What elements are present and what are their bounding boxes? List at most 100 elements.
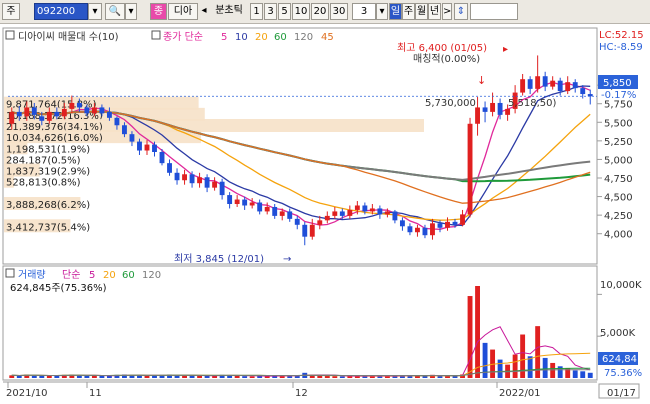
volume-bar [91,375,97,378]
candle-body [430,223,435,236]
period-year[interactable]: 년 [428,3,441,20]
candle-body [339,211,345,216]
interval-20[interactable]: 20 [311,3,329,20]
ma-period-20: 20 [255,32,268,43]
volume-bar [189,375,195,378]
ma-period-60: 60 [274,32,287,43]
volume-right-pct: 75.36% [604,368,642,379]
volume-bar [467,296,473,378]
candle-body [317,220,323,225]
interval-3[interactable]: 3 [264,3,277,20]
candle-body [31,107,37,115]
candle-body [347,209,353,216]
ma-period-45: 45 [321,32,334,43]
chart-type-select[interactable]: 주 [2,3,20,20]
up-down-arrows-icon[interactable]: ⇕ [454,3,468,20]
candle-body [324,215,330,221]
volume-bar [475,286,480,378]
candle-body [460,214,465,225]
candle-body [9,111,15,124]
hc-readout: HC:-8.59 [599,42,643,53]
volume-bar [16,375,22,378]
volume-ma-20: 20 [103,270,116,281]
candle-body [302,224,308,237]
prev-arrow-icon[interactable]: ◂ [199,3,209,20]
volume-bar [54,375,60,378]
volume-right-value: 624,84 [602,354,637,365]
candle-body [174,172,180,181]
candle-body [114,117,120,126]
interval-10[interactable]: 10 [292,3,310,20]
count-input[interactable]: 3 [352,3,376,20]
candle-body [332,211,338,216]
candle-body [242,199,248,206]
profile-fragment-2: 5,518,50) [508,98,557,109]
stock-chart[interactable]: 9,871,764(15.8%)10,188,572(16.3%)21,389,… [0,24,650,404]
volume-bar [512,354,518,378]
code-dropdown-icon[interactable]: ▾ [88,3,102,20]
candle-body [249,202,255,206]
x-label-2021-10: 2021/10 [6,388,48,399]
stock-code-input[interactable]: 092200 [34,3,88,20]
candle-body [122,125,127,135]
candle-body [137,141,142,151]
down-arrow-icon: ↓ [477,74,486,87]
volume-bar [542,357,548,378]
minute-tick-button[interactable]: 분초틱 [209,3,249,20]
candle-body [76,102,82,108]
color-button[interactable]: 종 [150,3,167,20]
candle-body [144,144,150,151]
lc-readout: LC:52.15 [599,30,644,41]
candle-body [257,202,263,212]
volume-bar [234,375,240,378]
candle-body [264,206,270,212]
volume-bar [324,375,330,378]
volume-bar [572,370,578,378]
extra-input[interactable] [470,3,518,20]
candle-body [227,195,233,204]
volume-bar [437,375,443,378]
candle-body [377,208,383,215]
candle-body [362,205,368,212]
candle-body [422,227,428,236]
candle-body [557,80,563,92]
candle-body [39,116,45,121]
candle-body [572,82,578,89]
x-label-2022-01: 2022/01 [499,388,541,399]
candle-body [54,111,60,117]
next-arrow-icon[interactable]: > [442,3,452,20]
x-label-12: 12 [295,388,308,399]
volume-bar [99,375,105,378]
interval-30[interactable]: 30 [330,3,348,20]
period-week[interactable]: 주 [402,3,415,20]
cross-annotation: 매칭적(0.00%) [413,53,480,65]
current-change: -0.17% [601,90,636,101]
candle-body [234,199,240,204]
volume-profile-label: 528,813(0.8%) [6,178,81,189]
volume-bar [550,362,556,378]
interval-1[interactable]: 1 [250,3,263,20]
volume-profile-label: 1,837,319(2.9%) [6,167,90,178]
price-panel-title: 디아이씨 매물대 수(10) [18,31,119,43]
price-tick-label: 4,250 [604,211,633,222]
search-dropdown-icon[interactable]: ▾ [125,3,137,20]
volume-profile-label: 3,888,268(6.2%) [6,200,90,211]
candle-body [99,107,105,114]
interval-5[interactable]: 5 [278,3,291,20]
x-label-11: 11 [89,388,102,399]
candle-body [106,111,112,118]
period-month[interactable]: 월 [415,3,428,20]
price-tick-label: 5,250 [604,137,633,148]
count-dropdown-icon[interactable]: ▾ [376,3,388,20]
ma-label: 종가 단순 [163,31,203,43]
period-day[interactable]: 일 [389,3,402,20]
toolbar: 주 092200 ▾ 🔍 ▾ 종 디아 ◂ 분초틱 1 3 5 10 20 30… [0,0,650,24]
candle-body [467,123,473,215]
current-price: 5,850 [603,78,632,89]
candle-body [272,206,278,216]
volume-bar [84,375,90,378]
search-icon[interactable]: 🔍 [105,3,125,20]
x-label-current: 01/17 [607,388,636,399]
volume-bar [137,375,142,378]
candle-body [152,144,157,152]
